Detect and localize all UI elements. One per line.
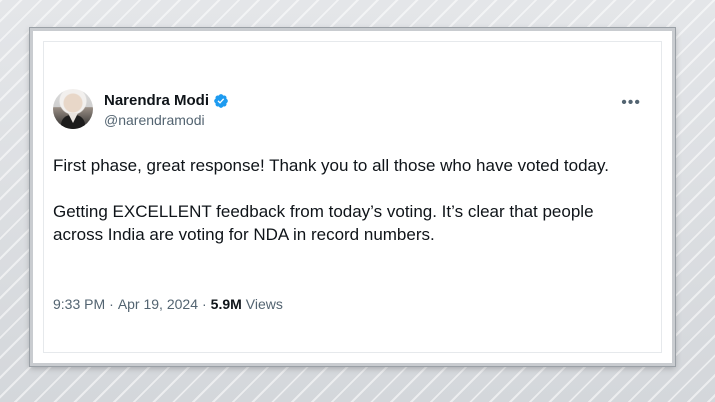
tweet-paragraph-2: Getting EXCELLENT feedback from today’s …	[53, 202, 594, 244]
views-count: 5.9M	[210, 296, 242, 312]
tweet-text: First phase, great response! Thank you t…	[53, 154, 613, 269]
tweet-meta: 9:33 PM · Apr 19, 2024 · 5.9M Views	[53, 296, 283, 312]
verified-badge-icon	[213, 93, 229, 109]
author-handle[interactable]: @narendramodi	[104, 112, 205, 128]
views-label[interactable]: Views	[246, 296, 283, 312]
meta-separator: ·	[109, 296, 114, 312]
author-display-name[interactable]: Narendra Modi	[104, 92, 209, 109]
tweet-paragraph-1: First phase, great response! Thank you t…	[53, 156, 609, 175]
author-name-row[interactable]: Narendra Modi	[104, 92, 229, 109]
screenshot-frame: Narendra Modi @narendramodi ••• First ph…	[30, 28, 675, 366]
tweet-time[interactable]: 9:33 PM	[53, 296, 105, 312]
avatar[interactable]	[53, 89, 93, 129]
more-options-icon[interactable]: •••	[621, 95, 641, 111]
tweet-card[interactable]: Narendra Modi @narendramodi ••• First ph…	[43, 41, 662, 353]
tweet-date[interactable]: Apr 19, 2024	[118, 296, 198, 312]
meta-separator-2: ·	[201, 296, 207, 312]
